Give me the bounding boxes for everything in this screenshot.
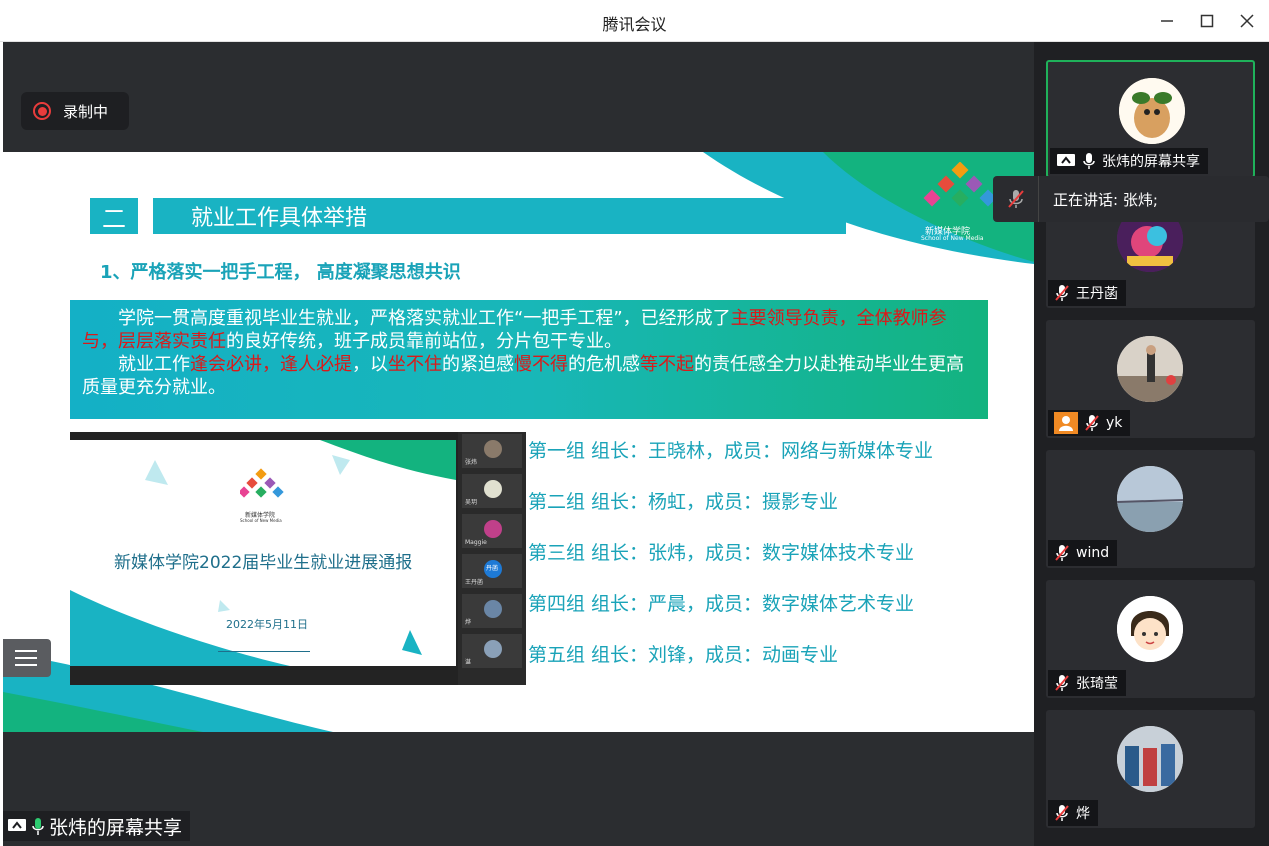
close-icon[interactable]: [1232, 8, 1262, 34]
window-titlebar: 腾讯会议: [0, 0, 1269, 42]
screen-share-tag: 张炜的屏幕共享: [3, 811, 191, 841]
avatar: [1117, 336, 1183, 402]
mic-muted-icon: [1055, 285, 1069, 301]
embedded-logo-en: School of New Media: [240, 518, 282, 523]
participant-nametag: yk: [1048, 410, 1131, 436]
participant-tile[interactable]: wind: [1046, 450, 1255, 568]
screen-share-icon: [1057, 154, 1075, 166]
participant-tile-share[interactable]: 张炜的屏幕共享: [1046, 60, 1255, 178]
avatar: [1119, 78, 1185, 144]
screen-share-icon: [8, 819, 26, 831]
speaking-indicator: 正在讲话: 张炜;: [993, 176, 1269, 222]
participant-tile[interactable]: 烨: [1046, 710, 1255, 828]
embedded-date: 2022年5月11日: [226, 618, 308, 631]
mic-muted-icon: [993, 176, 1039, 222]
mic-muted-icon: [1085, 415, 1099, 431]
avatar: [1117, 466, 1183, 532]
embedded-screenshot: 新媒体学院 School of New Media 新媒体学院2022届毕业生就…: [70, 432, 526, 685]
embedded-participant-list: 张炜 吴玥 Maggie 王丹菡 丹菡 烨 谌: [458, 432, 526, 685]
participant-nametag: 王丹菡: [1048, 280, 1126, 306]
mic-on-icon: [32, 818, 44, 835]
mic-muted-icon: [1055, 675, 1069, 691]
recording-label: 录制中: [63, 102, 109, 121]
slide-paragraph-box: 学院一贯高度重视毕业生就业，严格落实就业工作“一把手工程”，已经形成了主要领导负…: [70, 300, 988, 419]
screen-share-label: 张炜的屏幕共享: [49, 816, 183, 839]
recording-indicator[interactable]: 录制中: [21, 92, 129, 130]
mic-muted-icon: [1055, 805, 1069, 821]
group-item-4: 第四组 组长：严晨，成员：数字媒体艺术专业: [528, 593, 915, 615]
participant-nametag: 烨: [1048, 800, 1098, 826]
logo-en-text: School of New Media: [921, 235, 984, 242]
participant-panel: 张炜的屏幕共享 王丹菡 yk wind 张琦莹 烨: [1034, 42, 1269, 846]
mic-on-icon: [1083, 153, 1095, 169]
minimize-icon[interactable]: [1152, 8, 1182, 34]
section-title: 就业工作具体举措: [153, 198, 846, 234]
maximize-icon[interactable]: [1192, 8, 1222, 34]
participant-nametag: wind: [1048, 540, 1118, 566]
presentation-slide: 新媒体学院 School of New Media 二 就业工作具体举措 1、严…: [3, 152, 1034, 732]
embedded-participant: Maggie: [462, 514, 522, 548]
avatar: [1117, 596, 1183, 662]
speaking-label: 正在讲话: 张炜;: [1053, 190, 1158, 209]
embedded-participant: 吴玥: [462, 474, 522, 508]
embedded-participant: 张炜: [462, 434, 522, 468]
participant-nametag: 张琦莹: [1048, 670, 1126, 696]
participant-nametag: 张炜的屏幕共享: [1050, 148, 1208, 174]
window-title: 腾讯会议: [602, 15, 667, 34]
embedded-participant: 王丹菡 丹菡: [462, 554, 522, 588]
slide-subheading: 1、严格落实一把手工程， 高度凝聚思想共识: [100, 262, 461, 283]
menu-list-icon[interactable]: [3, 639, 51, 677]
group-item-1: 第一组 组长：王晓林，成员：网络与新媒体专业: [528, 440, 934, 462]
school-logo: [923, 162, 997, 207]
participant-tile[interactable]: yk: [1046, 320, 1255, 438]
embedded-participant: 烨: [462, 594, 522, 628]
embedded-slide: 新媒体学院 School of New Media 新媒体学院2022届毕业生就…: [70, 440, 456, 666]
group-item-2: 第二组 组长：杨虹，成员：摄影专业: [528, 491, 839, 513]
record-icon: [33, 102, 51, 120]
section-number: 二: [90, 198, 138, 234]
paragraph-2: 就业工作逢会必讲，逢人必提，以坐不住的紧迫感慢不得的危机感等不起的责任感全力以赴…: [82, 354, 964, 398]
participant-tile[interactable]: 张琦莹: [1046, 580, 1255, 698]
embedded-participant: 谌: [462, 634, 522, 668]
group-item-5: 第五组 组长：刘锋，成员：动画专业: [528, 644, 839, 666]
paragraph-1: 学院一贯高度重视毕业生就业，严格落实就业工作“一把手工程”，已经形成了主要领导负…: [82, 308, 947, 352]
shared-screen-stage: 录制中 新媒体学院 School of New Media 二 就业工作具体举措…: [3, 42, 1034, 846]
embedded-title: 新媒体学院2022届毕业生就业进展通报: [114, 553, 413, 573]
group-item-3: 第三组 组长：张炜，成员：数字媒体技术专业: [528, 542, 915, 564]
user-icon: [1054, 412, 1078, 434]
avatar: [1117, 726, 1183, 792]
mic-muted-icon: [1055, 545, 1069, 561]
embedded-logo: [240, 468, 284, 498]
